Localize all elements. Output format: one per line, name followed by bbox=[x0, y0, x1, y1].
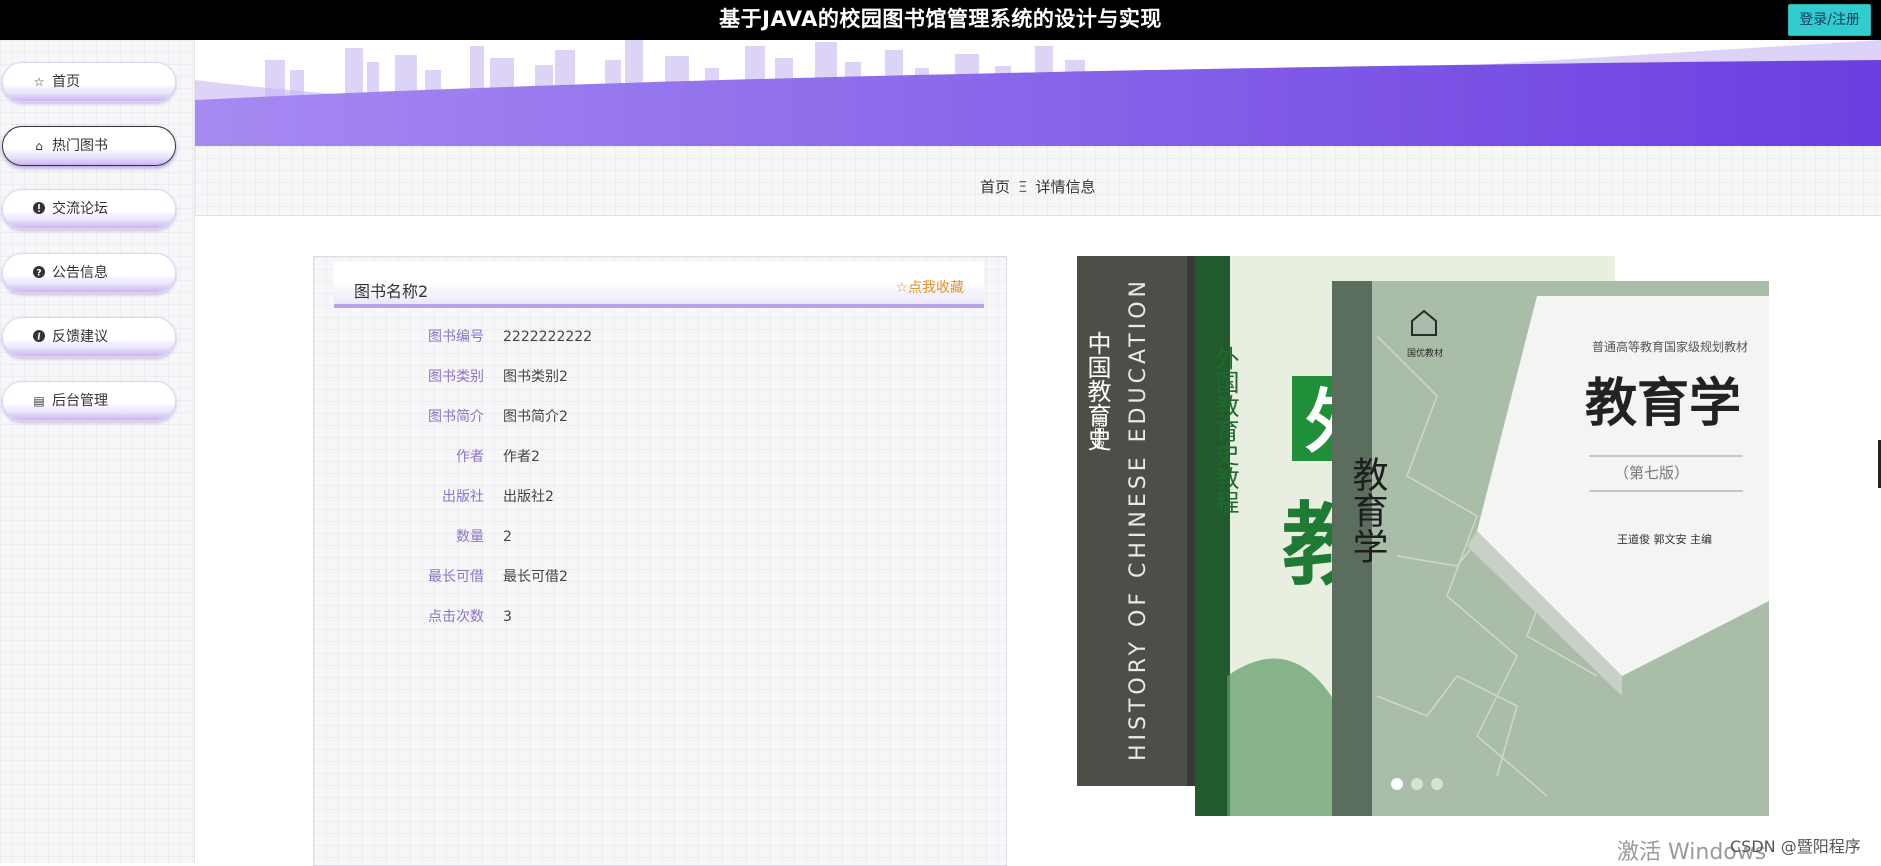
book2-title: 外国教育史教程 bbox=[1211, 346, 1239, 514]
book-detail-panel: 图书名称2 ☆点我收藏 图书编号 2222222222 图书类别 图书类别2 图… bbox=[313, 256, 1007, 866]
cabinet-icon: ▤ bbox=[33, 394, 45, 408]
sidebar-item-label: 热门图书 bbox=[52, 138, 108, 154]
book3-title: 教育学 bbox=[1585, 373, 1741, 434]
field-label: 图书编号 bbox=[428, 329, 484, 345]
book3-spine-title: 教育学 bbox=[1347, 456, 1388, 564]
field-value: 最长可借2 bbox=[503, 569, 568, 585]
breadcrumb-trail: 首页 Ξ 详情信息 bbox=[980, 176, 1096, 197]
sidebar: ☆ 首页 ⌂ 热门图书 交流论坛 ? 公告信息 i 反馈建议 ▤ 后台管理 bbox=[0, 40, 195, 863]
sidebar-item-admin[interactable]: ▤ 后台管理 bbox=[2, 381, 176, 421]
breadcrumb-separator-icon: Ξ bbox=[1018, 178, 1028, 196]
svg-text:?: ? bbox=[36, 269, 41, 279]
carousel-indicators bbox=[1391, 775, 1451, 794]
field-label: 数量 bbox=[456, 529, 484, 545]
field-value: 2 bbox=[503, 529, 512, 545]
book1-edition: 第四版 bbox=[1093, 415, 1106, 450]
book3-authors: 王道俊 郭文安 主编 bbox=[1617, 532, 1712, 546]
field-value: 2222222222 bbox=[503, 329, 593, 345]
breadcrumb: 首页 Ξ 详情信息 bbox=[195, 146, 1881, 216]
field-author: 作者 作者2 bbox=[314, 447, 1008, 467]
star-outline-icon: ☆ bbox=[33, 75, 45, 89]
sidebar-item-label: 后台管理 bbox=[52, 393, 108, 409]
field-label: 点击次数 bbox=[428, 609, 484, 625]
field-book-category: 图书类别 图书类别2 bbox=[314, 367, 1008, 387]
svg-text:i: i bbox=[37, 333, 41, 343]
field-value: 作者2 bbox=[503, 449, 540, 465]
city-skyline-banner bbox=[195, 40, 1881, 146]
sidebar-item-forum[interactable]: 交流论坛 bbox=[2, 189, 176, 229]
sidebar-item-feedback[interactable]: i 反馈建议 bbox=[2, 317, 176, 357]
sidebar-item-label: 首页 bbox=[52, 74, 80, 90]
sidebar-item-label: 反馈建议 bbox=[52, 329, 108, 345]
question-circle-icon: ? bbox=[31, 265, 47, 281]
site-title: 基于JAVA的校园图书馆管理系统的设计与实现 bbox=[719, 7, 1162, 31]
book3-series: 普通高等教育国家级规划教材 bbox=[1592, 339, 1748, 354]
breadcrumb-home[interactable]: 首页 bbox=[980, 178, 1010, 196]
info-circle-icon: i bbox=[31, 329, 47, 345]
field-value: 3 bbox=[503, 609, 512, 625]
book1-english-title: HISTORY OF CHINESE EDUCATION bbox=[1126, 277, 1151, 761]
book3-badge: 国优教材 bbox=[1407, 347, 1443, 359]
book-cover-image: 中国教育史 第四版 HISTORY OF CHINESE EDUCATION 外… bbox=[1077, 256, 1769, 816]
field-label: 图书简介 bbox=[428, 409, 484, 425]
sidebar-item-label: 交流论坛 bbox=[52, 201, 108, 217]
sidebar-item-hot-books[interactable]: ⌂ 热门图书 bbox=[2, 126, 176, 166]
field-label: 图书类别 bbox=[428, 369, 484, 385]
book-title: 图书名称2 bbox=[354, 282, 429, 301]
book-cover-carousel[interactable]: 中国教育史 第四版 HISTORY OF CHINESE EDUCATION 外… bbox=[1077, 256, 1769, 816]
carousel-dot-1[interactable] bbox=[1391, 778, 1403, 790]
field-value: 出版社2 bbox=[503, 489, 554, 505]
field-max-borrow: 最长可借 最长可借2 bbox=[314, 567, 1008, 587]
main-content: 图书名称2 ☆点我收藏 图书编号 2222222222 图书类别 图书类别2 图… bbox=[195, 216, 1881, 866]
bag-icon: ⌂ bbox=[35, 139, 43, 153]
field-label: 作者 bbox=[456, 449, 484, 465]
sidebar-item-announcements[interactable]: ? 公告信息 bbox=[2, 253, 176, 293]
carousel-dot-2[interactable] bbox=[1411, 778, 1423, 790]
field-click-count: 点击次数 3 bbox=[314, 607, 1008, 627]
breadcrumb-current: 详情信息 bbox=[1035, 178, 1096, 196]
sidebar-item-home[interactable]: ☆ 首页 bbox=[2, 62, 176, 102]
header-banner bbox=[195, 40, 1881, 146]
sidebar-item-label: 公告信息 bbox=[52, 265, 108, 281]
book-detail-header: 图书名称2 ☆点我收藏 bbox=[334, 262, 984, 308]
field-value: 图书类别2 bbox=[503, 369, 568, 385]
field-publisher: 出版社 出版社2 bbox=[314, 487, 1008, 507]
csdn-credit: CSDN @暨阳程序 bbox=[1730, 837, 1861, 856]
book3-edition: （第七版） bbox=[1614, 464, 1689, 482]
carousel-dot-3[interactable] bbox=[1431, 778, 1443, 790]
field-label: 最长可借 bbox=[428, 569, 484, 585]
exclamation-circle-icon bbox=[31, 201, 47, 217]
login-register-button[interactable]: 登录/注册 bbox=[1788, 4, 1871, 36]
field-value: 图书简介2 bbox=[503, 409, 568, 425]
field-quantity: 数量 2 bbox=[314, 527, 1008, 547]
field-book-number: 图书编号 2222222222 bbox=[314, 327, 1008, 347]
field-book-summary: 图书简介 图书简介2 bbox=[314, 407, 1008, 427]
top-bar: 基于JAVA的校园图书馆管理系统的设计与实现 登录/注册 bbox=[0, 0, 1881, 40]
field-label: 出版社 bbox=[442, 489, 484, 505]
favorite-button[interactable]: ☆点我收藏 bbox=[895, 277, 964, 297]
